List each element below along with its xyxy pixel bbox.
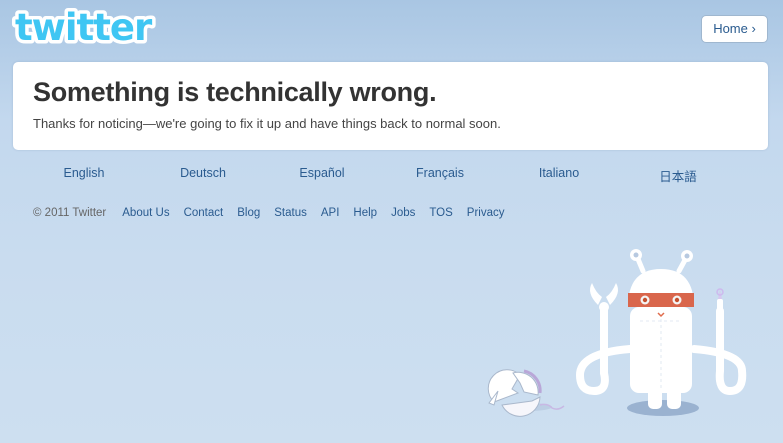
language-link-francais[interactable]: Français: [381, 166, 499, 180]
error-title: Something is technically wrong.: [33, 77, 437, 107]
error-panel: Something is technically wrong. Thanks f…: [13, 62, 768, 150]
language-link-espanol[interactable]: Español: [263, 166, 381, 180]
antenna-icon: [630, 249, 693, 274]
language-link-japanese[interactable]: 日本語: [619, 166, 737, 185]
language-link-italiano[interactable]: Italiano: [500, 166, 618, 180]
footer-link-about-us[interactable]: About Us: [122, 207, 169, 219]
language-selector: English Deutsch Español Français Italian…: [25, 166, 755, 184]
claw-icon: [590, 283, 618, 312]
footer-link-privacy[interactable]: Privacy: [467, 207, 505, 219]
footer-link-status[interactable]: Status: [274, 207, 307, 219]
home-button[interactable]: Home ›: [701, 15, 768, 43]
footer-link-blog[interactable]: Blog: [237, 207, 260, 219]
footer: © 2011 Twitter About Us Contact Blog Status A…: [33, 207, 519, 223]
footer-link-jobs[interactable]: Jobs: [391, 207, 415, 219]
copyright-text: © 2011 Twitter: [33, 207, 107, 219]
screwdriver-icon: [716, 288, 724, 311]
footer-link-help[interactable]: Help: [353, 207, 377, 219]
footer-link-tos[interactable]: TOS: [429, 207, 452, 219]
footer-link-contact[interactable]: Contact: [184, 207, 224, 219]
logo-text: twitter: [15, 6, 153, 48]
language-link-deutsch[interactable]: Deutsch: [144, 166, 262, 180]
robot-with-broken-ball-icon: [487, 249, 747, 417]
error-message: Thanks for noticing—we're going to fix i…: [33, 116, 501, 131]
broken-ball-icon: [487, 369, 565, 417]
footer-link-api[interactable]: API: [321, 207, 340, 219]
language-link-english[interactable]: English: [25, 166, 143, 180]
twitter-logo[interactable]: twitter twitter: [12, 4, 172, 48]
